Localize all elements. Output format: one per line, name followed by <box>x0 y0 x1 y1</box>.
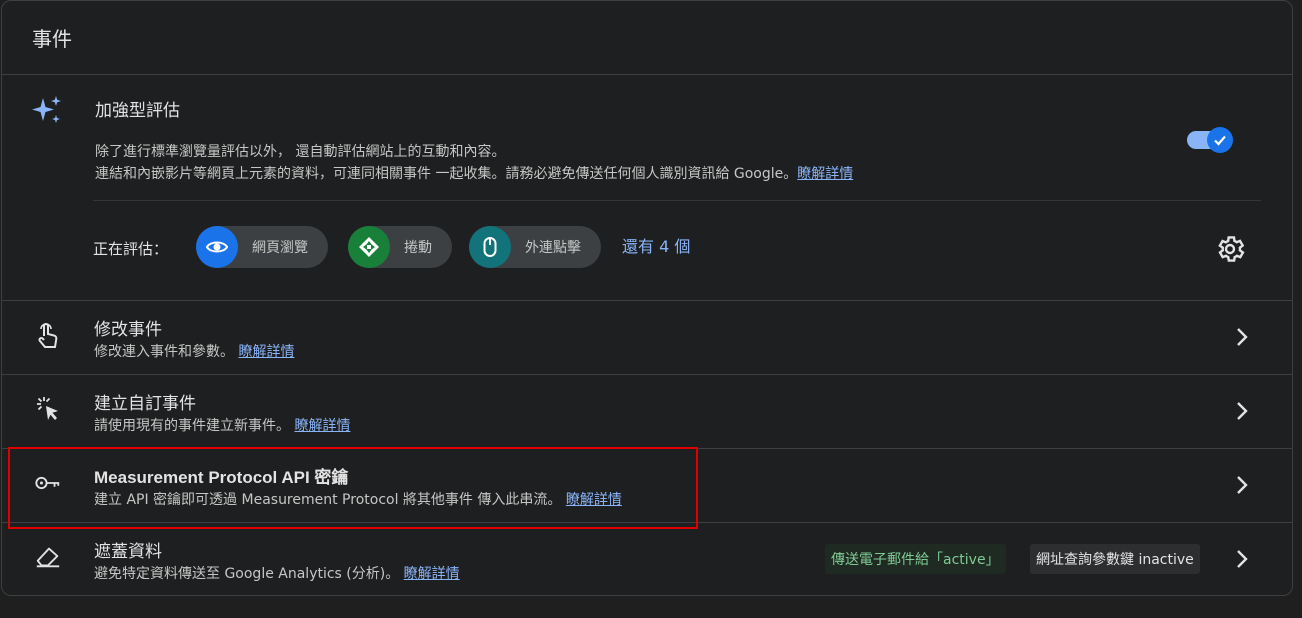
list-item-measurement-protocol-api-secrets[interactable]: Measurement Protocol API 密鑰 建立 API 密鑰即可透… <box>1 449 1293 523</box>
description-line-1: 除了進行標準瀏覽量評估以外， 還自動評估網站上的互動和內容。 <box>95 144 506 160</box>
row-title: 遮蓋資料 <box>94 542 162 562</box>
row-description: 避免特定資料傳送至 Google Analytics (分析)。 瞭解詳情 <box>94 563 460 583</box>
enhanced-measurement-title: 加強型評估 <box>95 101 180 121</box>
chip-scroll[interactable]: 捲動 <box>348 226 452 268</box>
card-header: 事件 <box>2 1 1292 75</box>
chevron-right-icon <box>1237 476 1248 494</box>
chevron-right-icon <box>1237 402 1248 420</box>
chip-label: 外連點擊 <box>525 240 581 256</box>
chip-outbound-clicks[interactable]: 外連點擊 <box>469 226 601 268</box>
chevron-right-icon <box>1237 550 1248 568</box>
touch-hand-icon <box>34 321 62 349</box>
chevron-right-icon <box>1237 328 1248 346</box>
row-description-text: 建立 API 密鑰即可透過 Measurement Protocol 將其他事件… <box>94 492 562 508</box>
chip-label: 捲動 <box>404 240 432 256</box>
row-title: 修改事件 <box>94 320 162 340</box>
scroll-arrows-icon <box>348 226 390 268</box>
toggle-knob <box>1207 127 1233 153</box>
chip-label: 網頁瀏覽 <box>252 240 308 256</box>
page-title: 事件 <box>32 27 72 51</box>
row-title: Measurement Protocol API 密鑰 <box>94 468 349 487</box>
evaluating-label: 正在評估： <box>93 240 169 258</box>
mouse-icon <box>469 226 511 268</box>
key-icon <box>34 469 62 497</box>
learn-more-link[interactable]: 瞭解詳情 <box>294 418 350 434</box>
more-link[interactable]: 還有 4 個 <box>622 233 690 257</box>
row-description: 建立 API 密鑰即可透過 Measurement Protocol 將其他事件… <box>94 489 622 509</box>
gear-icon[interactable] <box>1214 233 1246 265</box>
description-line-2: 連結和內嵌影片等網頁上元素的資料，可連同相關事件 一起收集。請務必避免傳送任何個… <box>95 163 853 185</box>
description-line-2-text: 連結和內嵌影片等網頁上元素的資料，可連同相關事件 一起收集。請務必避免傳送任何個… <box>95 166 798 182</box>
row-description-text: 請使用現有的事件建立新事件。 <box>94 418 290 434</box>
enhanced-measurement-toggle[interactable] <box>1187 125 1235 155</box>
row-description: 修改連入事件和參數。 瞭解詳情 <box>94 341 294 361</box>
check-icon <box>1214 135 1226 146</box>
row-description-text: 避免特定資料傳送至 Google Analytics (分析)。 <box>94 566 400 582</box>
click-cursor-icon <box>34 395 62 423</box>
status-badge-email: 傳送電子郵件給「active」 <box>825 544 1006 574</box>
row-description-text: 修改連入事件和參數。 <box>94 344 234 360</box>
eraser-icon <box>34 543 62 571</box>
chip-page-views[interactable]: 網頁瀏覽 <box>196 226 328 268</box>
list-item-modify-events[interactable]: 修改事件 修改連入事件和參數。 瞭解詳情 <box>1 301 1293 375</box>
row-description: 請使用現有的事件建立新事件。 瞭解詳情 <box>94 415 350 435</box>
eye-icon <box>196 226 238 268</box>
status-badge-query-param: 網址查詢參數鍵 inactive <box>1030 544 1200 574</box>
learn-more-link[interactable]: 瞭解詳情 <box>797 166 853 182</box>
sparkle-icon <box>32 96 61 123</box>
section-divider <box>93 200 1261 201</box>
learn-more-link[interactable]: 瞭解詳情 <box>566 492 622 508</box>
enhanced-measurement-description: 除了進行標準瀏覽量評估以外， 還自動評估網站上的互動和內容。 連結和內嵌影片等網… <box>95 141 853 185</box>
row-title: 建立自訂事件 <box>94 394 196 414</box>
learn-more-link[interactable]: 瞭解詳情 <box>238 344 294 360</box>
list-item-create-custom-events[interactable]: 建立自訂事件 請使用現有的事件建立新事件。 瞭解詳情 <box>1 375 1293 449</box>
learn-more-link[interactable]: 瞭解詳情 <box>404 566 460 582</box>
